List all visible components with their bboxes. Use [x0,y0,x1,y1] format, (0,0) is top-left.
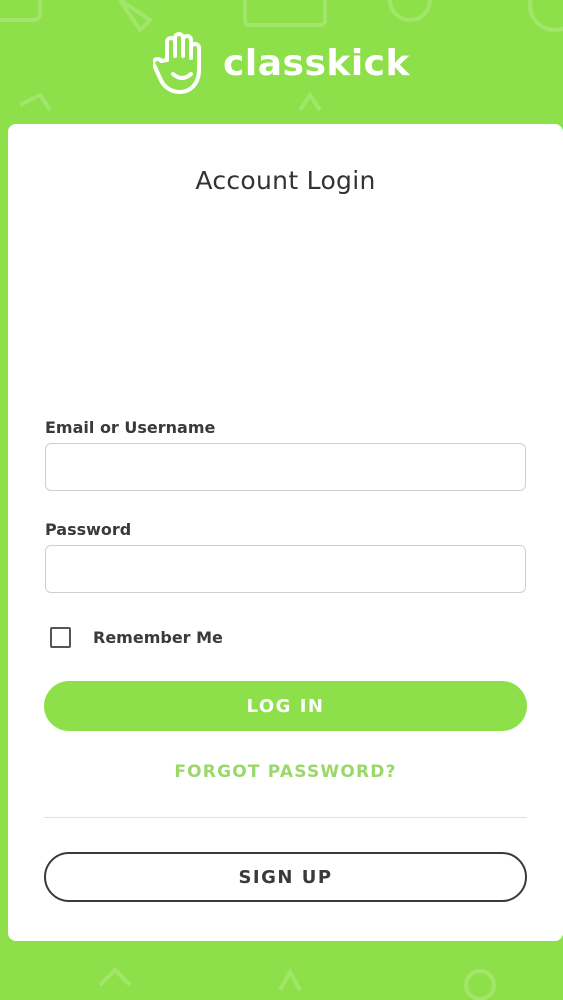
email-field[interactable] [45,443,526,491]
login-button[interactable]: LOG IN [44,681,527,731]
sign-up-button[interactable]: SIGN UP [44,852,527,902]
remember-me-label[interactable]: Remember Me [93,628,223,647]
login-card: Account Login Email or Username Password… [8,124,563,941]
background-pattern-bottom [98,967,496,1000]
email-label: Email or Username [45,418,216,437]
divider [44,817,527,818]
app-header: classkick [0,28,563,98]
password-label: Password [45,520,132,539]
raised-hand-smiley-icon [153,32,202,94]
page-title: Account Login [195,166,376,195]
remember-me-checkbox[interactable] [50,627,71,648]
brand-name: classkick [223,42,410,84]
forgot-password-link[interactable]: FORGOT PASSWORD? [8,762,563,782]
password-field[interactable] [45,545,526,593]
remember-me-row[interactable]: Remember Me [50,627,223,648]
